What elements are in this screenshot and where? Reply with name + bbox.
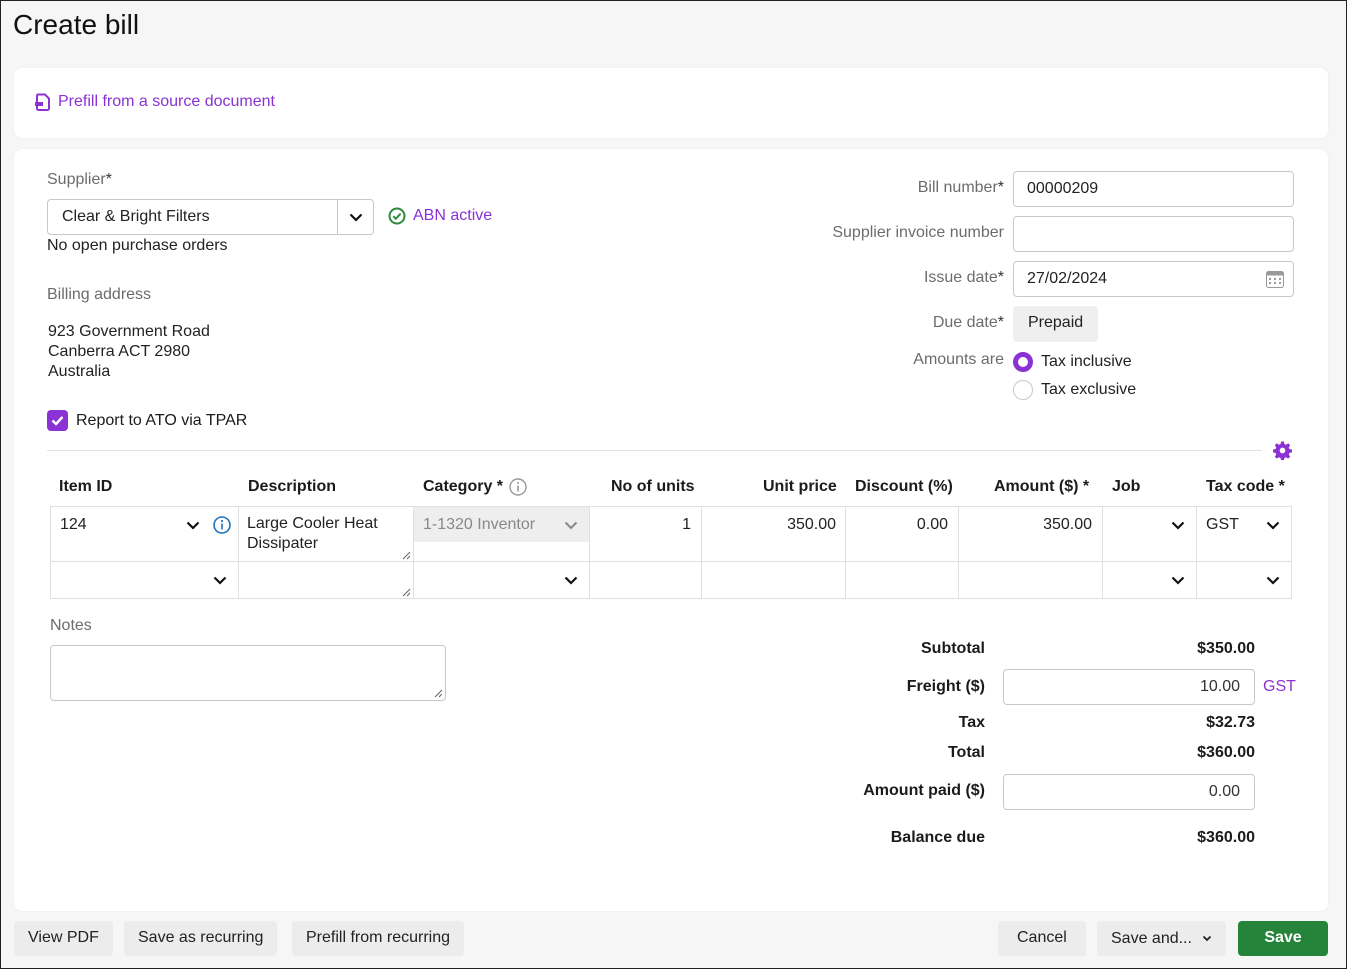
bill-number-label: Bill number*	[917, 179, 1004, 196]
chevron-down-icon[interactable]	[186, 521, 200, 530]
tpar-checkbox[interactable]: Report to ATO via TPAR	[47, 410, 247, 431]
supplier-dropdown-button[interactable]	[337, 200, 373, 234]
balance-due-value: $360.00	[1197, 829, 1255, 846]
check-circle-icon	[388, 207, 406, 225]
column-header-job: Job	[1112, 478, 1141, 495]
section-divider	[47, 450, 1262, 451]
issue-date-input[interactable]: 27/02/2024	[1013, 261, 1294, 297]
amounts-are-label: Amounts are	[913, 351, 1004, 368]
billing-address-label: Billing address	[47, 286, 152, 303]
amount-input[interactable]: 350.00	[1043, 516, 1092, 534]
billing-address-line: Canberra ACT 2980	[48, 343, 191, 360]
chevron-down-icon[interactable]	[564, 576, 578, 585]
amount-paid-label: Amount paid ($)	[863, 782, 985, 799]
resize-handle-icon[interactable]	[401, 550, 411, 560]
radio-unselected[interactable]	[1013, 380, 1033, 400]
freight-input[interactable]: 10.00	[1003, 669, 1255, 705]
tpar-label: Report to ATO via TPAR	[76, 411, 248, 429]
total-value: $360.00	[1197, 744, 1255, 761]
radio-label: Tax exclusive	[1041, 381, 1137, 398]
amount-paid-input[interactable]: 0.00	[1003, 774, 1255, 810]
supplier-select[interactable]: Clear & Bright Filters	[47, 199, 374, 235]
save-as-recurring-button[interactable]: Save as recurring	[124, 921, 278, 956]
bill-number-input[interactable]: 00000209	[1013, 171, 1294, 207]
subtotal-label: Subtotal	[921, 640, 985, 657]
tax-code-select[interactable]: GST	[1206, 516, 1239, 534]
tax-value: $32.73	[1206, 714, 1255, 731]
chevron-down-icon[interactable]	[213, 576, 227, 585]
prefill-from-recurring-button[interactable]: Prefill from recurring	[292, 921, 465, 956]
cancel-button[interactable]: Cancel	[998, 921, 1086, 956]
checkbox-checked[interactable]	[47, 410, 68, 431]
save-and-dropdown-button[interactable]: Save and...	[1097, 921, 1226, 956]
freight-label: Freight ($)	[906, 678, 985, 695]
resize-handle-icon[interactable]	[433, 688, 443, 698]
balance-due-label: Balance due	[890, 829, 985, 846]
column-header-item-id: Item ID	[59, 478, 113, 495]
issue-date-label: Issue date*	[923, 269, 1004, 286]
prefill-card: Prefill from a source document	[14, 68, 1328, 138]
view-pdf-button[interactable]: View PDF	[14, 921, 113, 956]
units-input[interactable]: 1	[682, 516, 691, 534]
tax-label: Tax	[958, 714, 985, 731]
resize-handle-icon[interactable]	[401, 587, 411, 597]
category-value: 1-1320 Inventor	[423, 516, 536, 533]
chevron-down-icon	[564, 521, 578, 530]
chevron-down-icon	[349, 213, 362, 222]
bill-form-card: Supplier* Clear & Bright Filters ABN act…	[14, 149, 1328, 911]
due-date-prepaid-button[interactable]: Prepaid	[1013, 306, 1099, 342]
checkmark-icon	[51, 416, 64, 426]
chevron-down-icon	[1202, 935, 1212, 942]
document-import-icon	[35, 93, 50, 111]
notes-textarea[interactable]	[50, 645, 446, 701]
column-header-description: Description	[248, 478, 337, 495]
calendar-icon[interactable]	[1266, 271, 1284, 288]
subtotal-value: $350.00	[1197, 640, 1255, 657]
chevron-down-icon[interactable]	[1171, 576, 1185, 585]
freight-tax-code-link[interactable]: GST	[1263, 678, 1296, 696]
description-input[interactable]: Large Cooler Heat Dissipater	[247, 514, 407, 554]
due-date-label: Due date*	[932, 314, 1004, 331]
prefill-source-label: Prefill from a source document	[58, 93, 275, 110]
item-id-select[interactable]: 124	[60, 516, 87, 534]
billing-address-line: Australia	[48, 363, 111, 380]
line-items-table	[50, 506, 1292, 599]
radio-tax-exclusive[interactable]: Tax exclusive	[1013, 380, 1136, 400]
supplier-invoice-input[interactable]	[1013, 216, 1294, 252]
notes-label: Notes	[50, 617, 92, 634]
chevron-down-icon[interactable]	[1171, 521, 1185, 530]
billing-address: 923 Government Road Canberra ACT 2980 Au…	[48, 322, 210, 382]
supplier-label: Supplier*	[47, 171, 112, 188]
supplier-invoice-label: Supplier invoice number	[832, 224, 1004, 241]
radio-label: Tax inclusive	[1041, 353, 1132, 370]
gear-icon[interactable]	[1273, 441, 1292, 460]
column-header-tax-code: Tax code *	[1206, 478, 1285, 495]
total-label: Total	[947, 744, 985, 761]
column-header-amount: Amount ($) *	[994, 478, 1090, 495]
save-button[interactable]: Save	[1238, 921, 1328, 956]
chevron-down-icon[interactable]	[1266, 576, 1280, 585]
column-header-discount: Discount (%)	[855, 478, 953, 495]
unit-price-input[interactable]: 350.00	[787, 516, 836, 534]
column-header-unit-price: Unit price	[763, 478, 837, 495]
radio-tax-inclusive[interactable]: Tax inclusive	[1013, 352, 1132, 372]
discount-input[interactable]: 0.00	[917, 516, 948, 534]
page-title: Create bill	[13, 9, 140, 40]
info-icon[interactable]	[509, 478, 527, 496]
column-header-units: No of units	[611, 478, 695, 495]
prefill-source-link[interactable]: Prefill from a source document	[34, 93, 275, 111]
radio-selected[interactable]	[1013, 352, 1033, 372]
abn-status[interactable]: ABN active	[388, 207, 492, 225]
purchase-orders-note: No open purchase orders	[47, 237, 228, 254]
supplier-value: Clear & Bright Filters	[62, 208, 210, 225]
issue-date-value: 27/02/2024	[1027, 270, 1108, 287]
chevron-down-icon[interactable]	[1266, 521, 1280, 530]
info-icon[interactable]	[213, 516, 231, 534]
column-header-category: Category *	[423, 478, 527, 496]
billing-address-line: 923 Government Road	[48, 323, 210, 340]
